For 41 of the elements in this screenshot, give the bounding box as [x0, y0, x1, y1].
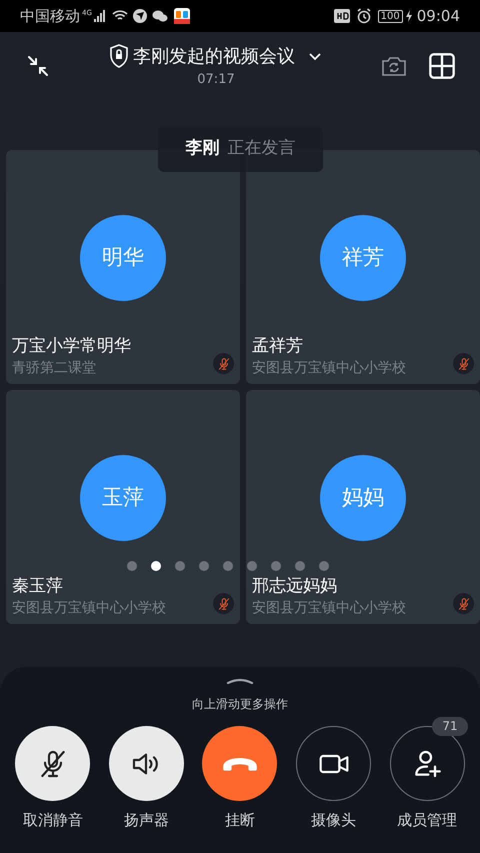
alarm-icon [356, 8, 372, 24]
avatar: 玉萍 [80, 455, 166, 541]
control-label: 摄像头 [311, 810, 356, 831]
meeting-duration: 07:17 [197, 70, 235, 89]
member-count-badge: 71 [432, 717, 468, 736]
participant-name: 万宝小学常明华 [12, 335, 131, 358]
swipe-hint: 向上滑动更多操作 [192, 696, 288, 713]
avatar: 妈妈 [320, 455, 406, 541]
participant-organization: 安图县万宝镇中心小学校 [12, 599, 167, 618]
muted-microphone-icon [216, 596, 230, 610]
hd-icon [334, 9, 350, 23]
carrier-name: 中国移动 [20, 6, 80, 27]
muted-microphone-icon [456, 596, 470, 610]
participant-organization: 安图县万宝镇中心小学校 [252, 599, 407, 618]
signal-icon [94, 10, 106, 22]
pull-up-handle-icon[interactable] [226, 677, 254, 685]
participant-name: 秦玉萍 [12, 575, 63, 598]
call-control-button[interactable] [296, 726, 372, 801]
muted-microphone-icon [456, 356, 470, 370]
avatar: 明华 [80, 215, 166, 301]
clock-time: 09:04 [416, 6, 460, 27]
charging-icon [404, 10, 413, 22]
location-icon [132, 8, 148, 24]
control-label: 扬声器 [124, 810, 169, 831]
control-label: 挂断 [224, 810, 255, 831]
participant-name: 邢志远妈妈 [252, 575, 337, 598]
battery-level: 100 [378, 10, 403, 22]
app-icon [174, 8, 190, 24]
participant-name: 孟祥芳 [252, 335, 303, 358]
shield-lock-icon [109, 44, 129, 68]
participant-tile[interactable]: 妈妈 邢志远妈妈 安图县万宝镇中心小学校 [246, 390, 480, 624]
avatar: 祥芳 [320, 215, 406, 301]
muted-microphone-icon [216, 356, 230, 370]
participant-organization: 安图县万宝镇中心小学校 [252, 359, 407, 378]
chat-icon [152, 8, 168, 24]
control-label: 成员管理 [397, 810, 458, 831]
grid-view-button[interactable] [428, 52, 456, 80]
control-label: 取消静音 [22, 810, 83, 831]
meeting-title: 李刚发起的视频会议 [133, 44, 295, 69]
participant-tile[interactable]: 玉萍 秦玉萍 安图县万宝镇中心小学校 [6, 390, 240, 624]
participant-organization: 青骄第二课堂 [12, 359, 97, 378]
